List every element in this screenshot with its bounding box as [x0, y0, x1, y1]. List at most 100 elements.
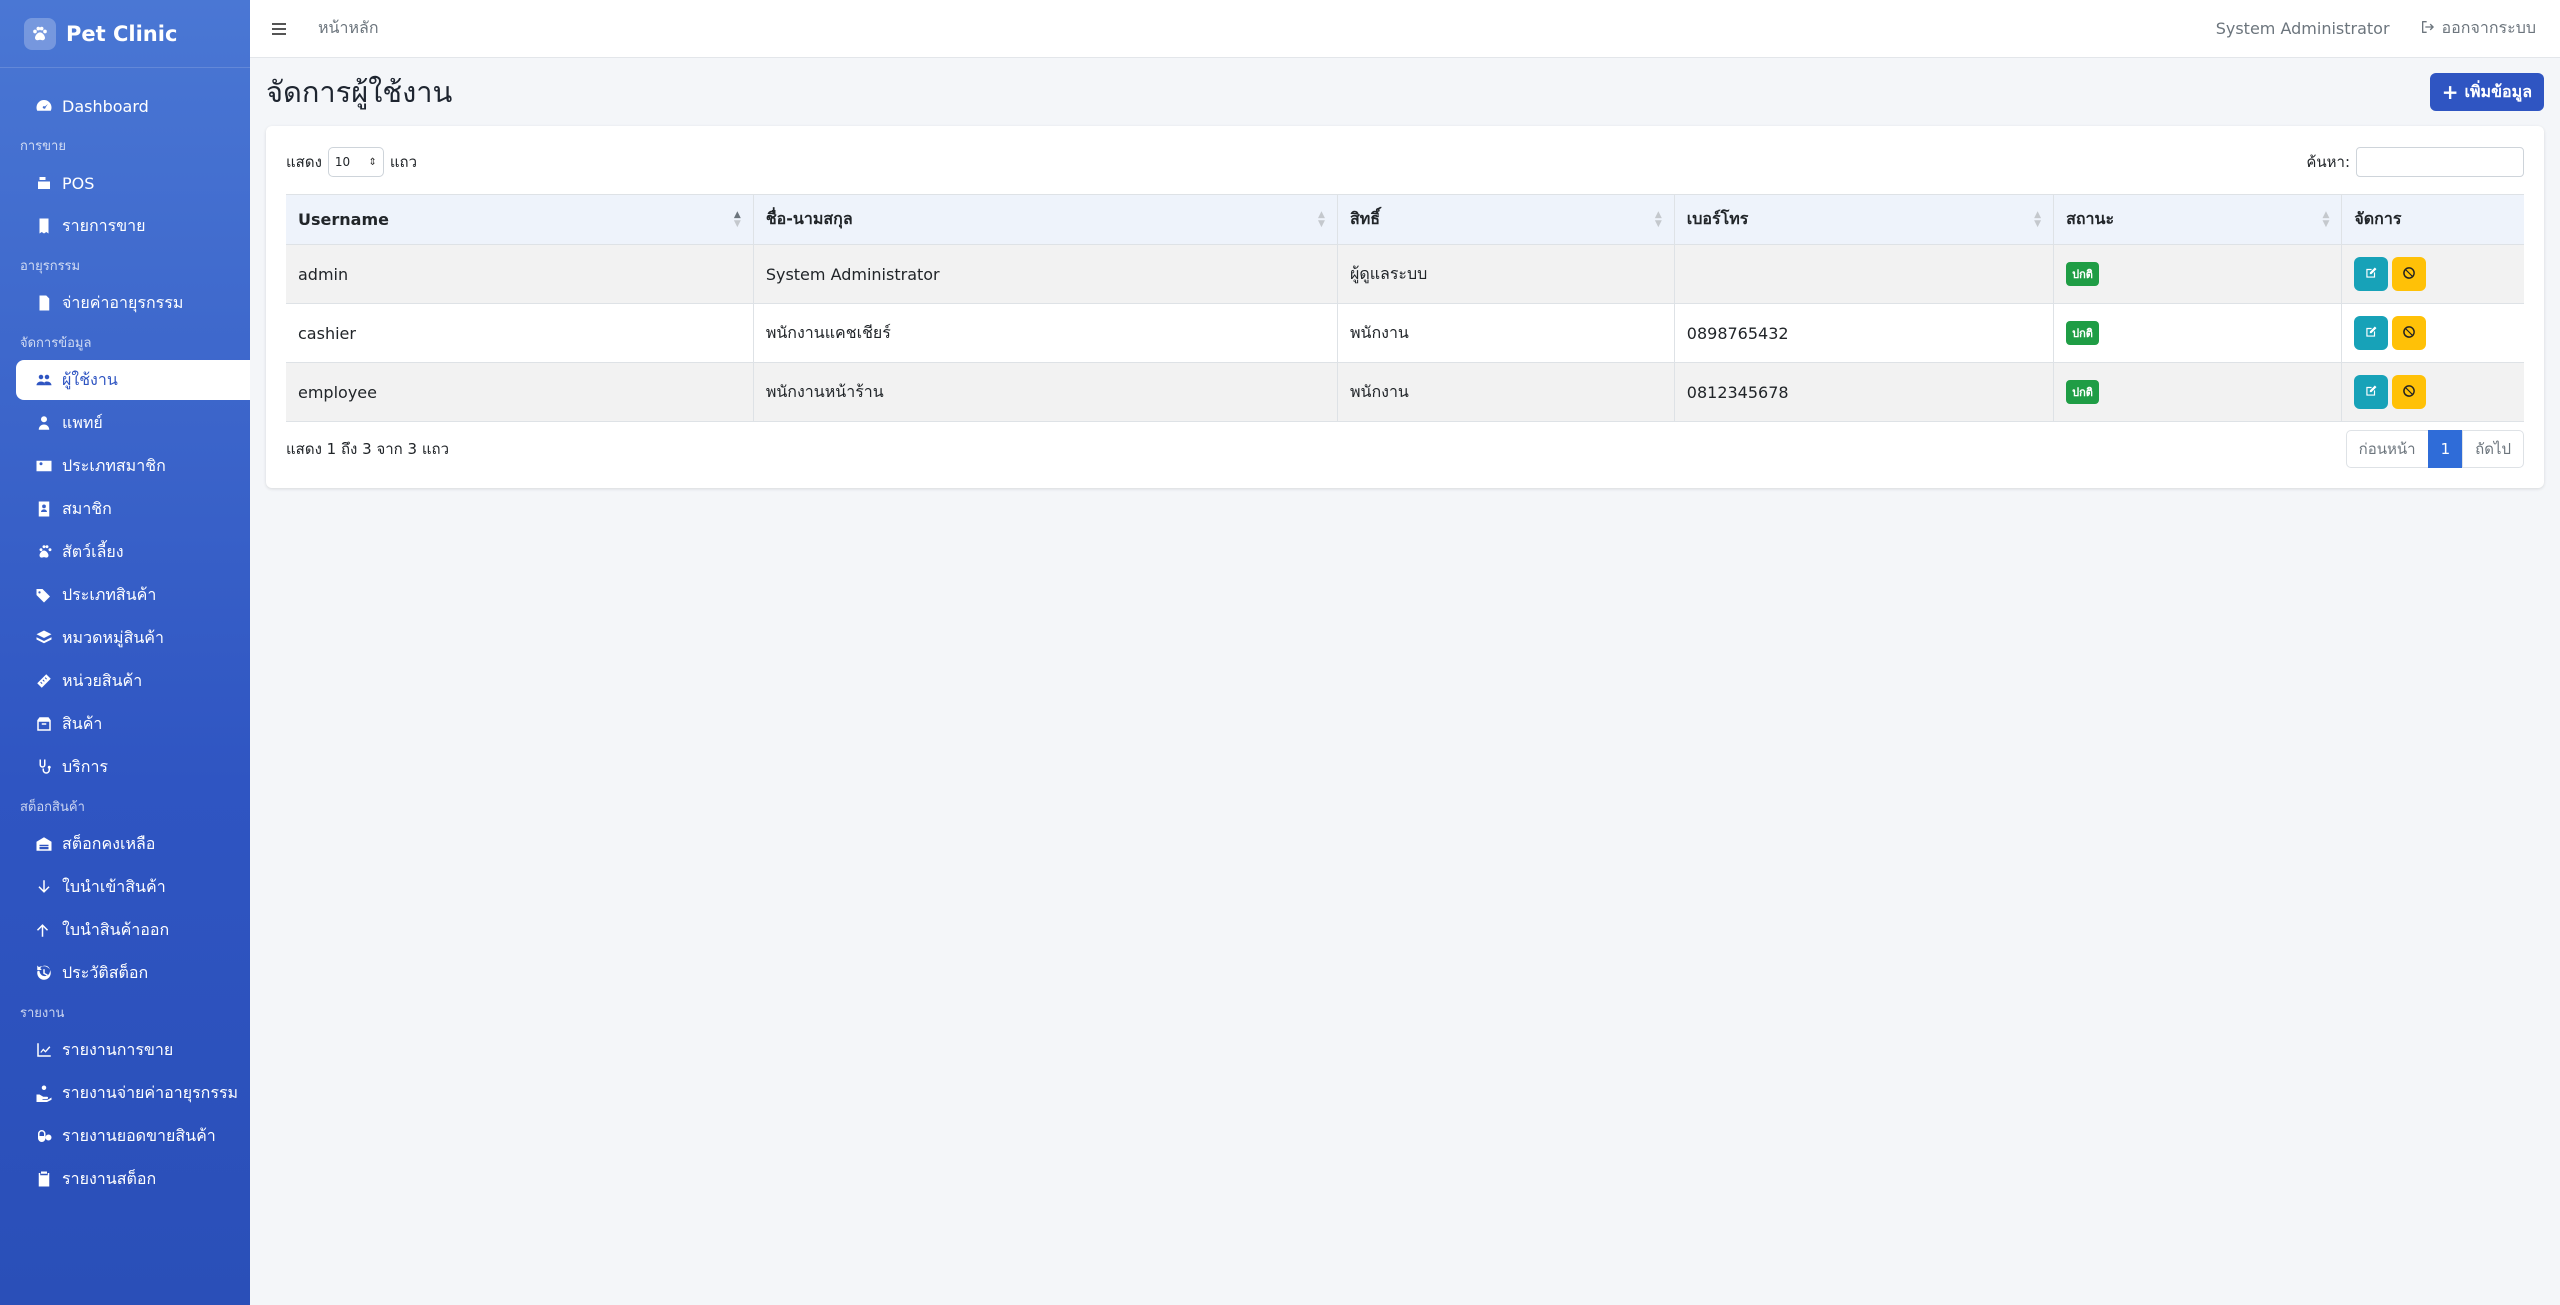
cell-role: ผู้ดูแลระบบ: [1336, 244, 1675, 304]
sidebar-item-member[interactable]: สมาชิก: [16, 489, 250, 529]
page-1-button[interactable]: 1: [2427, 430, 2464, 468]
sidebar-item-tags[interactable]: ประเภทสินค้า: [16, 575, 250, 615]
sidebar-item-paw[interactable]: สัตว์เลี้ยง: [16, 532, 250, 572]
column-header[interactable]: Username ▲ ▼: [286, 194, 754, 245]
sidebar-item-arrow-down[interactable]: ใบนำเข้าสินค้า: [16, 867, 250, 907]
home-link[interactable]: หน้าหลัก: [318, 16, 379, 41]
sidebar-item-dashboard[interactable]: Dashboard: [16, 86, 250, 126]
sidebar-item-layers[interactable]: หมวดหมู่สินค้า: [16, 618, 250, 658]
sidebar-section-title: อายุรกรรม: [20, 259, 81, 274]
cell-phone: [1673, 244, 2054, 304]
sidebar-item-doctor[interactable]: แพทย์: [16, 403, 250, 443]
cell-fullname: System Administrator: [752, 244, 1338, 304]
sidebar-item-label: หมวดหมู่สินค้า: [62, 627, 164, 647]
logout-icon: [2420, 19, 2436, 39]
sidebar-item-id-card[interactable]: ประเภทสมาชิก: [16, 446, 250, 486]
sidebar-item-arrow-up[interactable]: ใบนำสินค้าออก: [16, 910, 250, 950]
disable-button[interactable]: [2392, 257, 2427, 291]
cell-status: ปกติ: [2053, 303, 2342, 363]
column-header[interactable]: สถานะ ▲ ▼: [2053, 194, 2342, 245]
table-row: admin System Administrator ผู้ดูแลระบบ ปกติ: [286, 244, 2524, 304]
column-header[interactable]: สิทธิ์ ▲ ▼: [1336, 194, 1675, 245]
pagination: ก่อนหน้า 1 ถัดไป: [2345, 430, 2524, 468]
users-card: แสดง 10 ⇕ แถว ค้นหา: Username ▲ ▼ ชื่อ-นามส…: [266, 126, 2544, 488]
sidebar-item-users[interactable]: ผู้ใช้งาน: [16, 360, 250, 400]
history-icon: [34, 963, 54, 983]
sidebar-item-history[interactable]: ประวัติสต็อก: [16, 953, 250, 993]
disable-button[interactable]: [2392, 316, 2427, 350]
sidebar: Pet Clinic Dashboard การขาย POS รายการขายอ…: [0, 0, 250, 1305]
cell-fullname: พนักงานแคชเชียร์: [752, 303, 1338, 363]
paw-icon: [34, 542, 54, 562]
column-header[interactable]: เบอร์โทร ▲ ▼: [1673, 194, 2054, 245]
column-header: จัดการ: [2341, 194, 2524, 245]
sidebar-item-label: สัตว์เลี้ยง: [62, 541, 124, 561]
id-card-icon: [34, 456, 54, 476]
sidebar-item-box[interactable]: สินค้า: [16, 704, 250, 744]
arrow-up-icon: [34, 920, 54, 940]
sidebar-item-hand-money[interactable]: รายงานจ่ายค่าอายุรกรรม: [16, 1073, 250, 1113]
dashboard-icon: [34, 96, 54, 116]
sidebar-item-label: รายงานการขาย: [62, 1039, 174, 1059]
current-user[interactable]: System Administrator: [2216, 19, 2390, 38]
doctor-icon: [34, 413, 54, 433]
sidebar-item-label: รายการขาย: [62, 215, 146, 235]
sidebar-section-title: การขาย: [20, 139, 66, 154]
cell-role: พนักงาน: [1336, 362, 1675, 422]
cell-username: employee: [286, 362, 754, 422]
sort-icon: ▲ ▼: [2034, 209, 2042, 229]
main-content: จัดการผู้ใช้งาน + เพิ่มข้อมูล แสดง 10 ⇕ …: [250, 58, 2560, 1305]
member-icon: [34, 499, 54, 519]
add-button-label: เพิ่มข้อมูล: [2464, 81, 2532, 101]
search-input[interactable]: [2356, 147, 2524, 177]
edit-icon: [2364, 383, 2378, 402]
cell-status: ปกติ: [2053, 362, 2342, 422]
cell-status: ปกติ: [2053, 244, 2342, 304]
cell-username: admin: [286, 244, 754, 304]
cell-username: cashier: [286, 303, 754, 363]
edit-button[interactable]: [2354, 375, 2389, 409]
next-page-button[interactable]: ถัดไป: [2462, 430, 2524, 468]
users-icon: [34, 370, 54, 390]
sidebar-item-label: ผู้ใช้งาน: [62, 369, 118, 389]
disable-button[interactable]: [2392, 375, 2427, 409]
sidebar-item-cash-register[interactable]: POS: [16, 163, 250, 203]
sidebar-item-pills[interactable]: รายงานยอดขายสินค้า: [16, 1116, 250, 1156]
sidebar-item-ruler[interactable]: หน่วยสินค้า: [16, 661, 250, 701]
cell-phone: 0812345678: [1673, 362, 2054, 422]
select-caret-icon: ⇕: [368, 156, 377, 168]
add-button[interactable]: + เพิ่มข้อมูล: [2429, 73, 2544, 111]
cell-fullname: พนักงานหน้าร้าน: [752, 362, 1338, 422]
sidebar-item-invoice[interactable]: จ่ายค่าอายุรกรรม: [16, 283, 250, 323]
edit-button[interactable]: [2354, 257, 2389, 291]
page-length-select[interactable]: 10 ⇕: [327, 147, 384, 177]
sidebar-item-label: สมาชิก: [62, 498, 112, 518]
sidebar-item-receipt[interactable]: รายการขาย: [16, 206, 250, 246]
sort-icon: ▲ ▼: [1654, 209, 1662, 229]
column-header[interactable]: ชื่อ-นามสกุล ▲ ▼: [752, 194, 1338, 245]
stethoscope-icon: [34, 757, 54, 777]
brand[interactable]: Pet Clinic: [0, 0, 250, 68]
sidebar-item-chart-line[interactable]: รายงานการขาย: [16, 1030, 250, 1070]
app-name: Pet Clinic: [66, 21, 178, 46]
edit-icon: [2364, 265, 2378, 284]
table-header-row: Username ▲ ▼ ชื่อ-นามสกุล ▲ ▼ สิทธิ์ ▲ ▼ เบอร์โทร…: [286, 194, 2524, 245]
ban-icon: [2402, 265, 2416, 284]
menu-toggle-icon[interactable]: [272, 19, 292, 39]
prev-page-button[interactable]: ก่อนหน้า: [2345, 430, 2429, 468]
edit-button[interactable]: [2354, 316, 2389, 350]
table-info: แสดง 1 ถึง 3 จาก 3 แถว: [286, 440, 450, 458]
sidebar-item-warehouse[interactable]: สต็อกคงเหลือ: [16, 824, 250, 864]
logout-link[interactable]: ออกจากระบบ: [2420, 16, 2536, 41]
sidebar-nav: Dashboard การขาย POS รายการขายอายุรกรรมจ่า…: [0, 68, 250, 1199]
paw-logo-icon: [24, 17, 56, 50]
sidebar-item-clipboard[interactable]: รายงานสต็อก: [16, 1159, 250, 1199]
cell-phone: 0898765432: [1673, 303, 2054, 363]
hand-money-icon: [34, 1083, 54, 1103]
cell-actions: [2341, 362, 2524, 422]
sidebar-item-label: แพทย์: [62, 412, 103, 432]
logout-label: ออกจากระบบ: [2441, 18, 2536, 37]
sidebar-item-stethoscope[interactable]: บริการ: [16, 747, 250, 787]
sidebar-section-title: รายงาน: [20, 1006, 65, 1021]
page-title: จัดการผู้ใช้งาน: [266, 75, 453, 109]
